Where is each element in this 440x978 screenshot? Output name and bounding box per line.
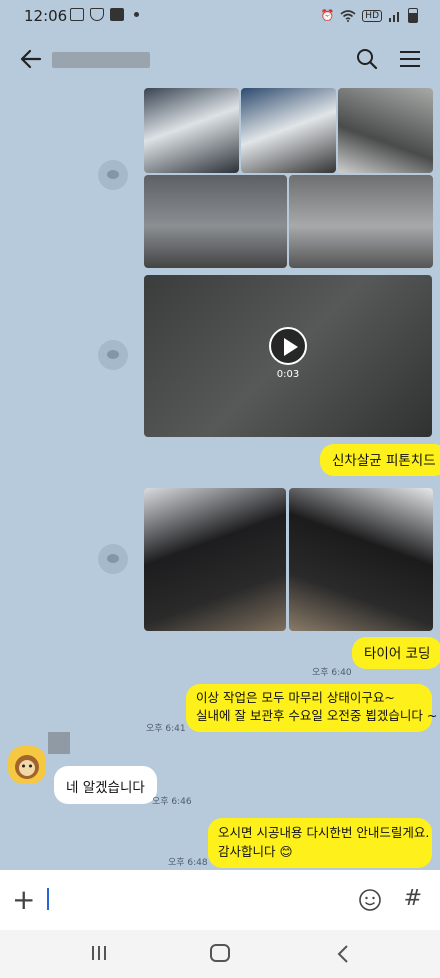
youtube-icon <box>110 8 124 21</box>
share-icon[interactable] <box>98 160 128 190</box>
nav-back-icon[interactable] <box>335 944 351 964</box>
wifi-icon <box>340 10 356 22</box>
message-line: 이상 작업은 모두 마무리 상태이구요~ <box>196 690 395 705</box>
message-time: 오후 6:41 <box>146 724 186 734</box>
battery-icon <box>408 8 418 23</box>
message-text: 타이어 코딩 <box>364 646 431 662</box>
message-bubble-sent[interactable]: 이상 작업은 모두 마무리 상태이구요~ 실내에 잘 보관후 수요일 오전중 뵙… <box>186 684 438 732</box>
back-arrow-icon[interactable] <box>18 46 44 72</box>
message-time: 오후 6:46 <box>152 797 192 807</box>
photo-interior-fog[interactable] <box>289 175 433 268</box>
hd-badge: HD <box>362 9 382 22</box>
message-time: 오후 6:48 <box>168 858 208 868</box>
chat-header <box>0 32 440 88</box>
gallery-icon <box>70 8 84 21</box>
share-icon[interactable] <box>98 340 128 370</box>
emoji-icon[interactable] <box>358 888 382 912</box>
notification-icons <box>70 8 139 21</box>
more-dot-icon <box>134 12 139 17</box>
sender-name-redacted <box>48 732 70 754</box>
video-thumbnail[interactable]: 0:03 <box>144 275 432 437</box>
photo-interior[interactable] <box>338 88 433 173</box>
shield-icon <box>90 8 104 21</box>
plus-icon[interactable]: + <box>12 886 35 914</box>
recent-apps-icon[interactable] <box>90 944 108 962</box>
message-line: 감사합니다 😊 <box>218 844 293 859</box>
status-time: 12:06 <box>24 7 68 25</box>
avatar-character-icon <box>15 755 39 779</box>
hash-icon[interactable]: # <box>404 886 422 911</box>
photo-tire-1[interactable] <box>144 488 286 631</box>
message-bubble-sent[interactable]: 오시면 시공내용 다시한번 안내드릴게요. 감사합니다 😊 <box>208 818 432 868</box>
photo-tire-2[interactable] <box>289 488 433 631</box>
photo-car-front-2[interactable] <box>241 88 336 173</box>
message-input-bar: + # <box>0 870 440 930</box>
message-text: 신차살균 피톤치드 <box>332 453 436 469</box>
photo-trunk[interactable] <box>144 175 287 268</box>
message-bubble-sent[interactable]: 신차살균 피톤치드 <box>320 444 440 476</box>
alarm-icon: ⏰ <box>320 9 335 22</box>
chat-area[interactable]: 0:03 신차살균 피톤치드 타이어 코딩 오후 6:40 이상 작업은 모두 … <box>0 88 440 870</box>
avatar[interactable] <box>8 746 46 784</box>
system-nav-bar <box>0 930 440 978</box>
search-icon[interactable] <box>356 48 378 70</box>
signal-icon <box>389 12 399 22</box>
message-input[interactable] <box>47 888 49 910</box>
photo-car-front-1[interactable] <box>144 88 239 173</box>
message-time: 오후 6:40 <box>312 668 352 678</box>
home-icon[interactable] <box>210 944 230 962</box>
play-icon[interactable] <box>269 327 307 365</box>
video-duration: 0:03 <box>276 369 300 380</box>
message-bubble-received[interactable]: 네 알겠습니다 <box>54 766 157 804</box>
message-line: 실내에 잘 보관후 수요일 오전중 뵙겠습니다 ~ <box>196 708 438 723</box>
message-bubble-sent[interactable]: 타이어 코딩 <box>352 637 440 669</box>
status-bar: 12:06 ⏰ HD <box>0 0 440 32</box>
system-icons: ⏰ HD <box>321 8 418 23</box>
chat-title-redacted <box>52 52 150 68</box>
message-line: 오시면 시공내용 다시한번 안내드릴게요. <box>218 825 430 840</box>
message-text: 네 알겠습니다 <box>66 780 145 796</box>
share-icon[interactable] <box>98 544 128 574</box>
menu-icon[interactable] <box>398 48 422 70</box>
